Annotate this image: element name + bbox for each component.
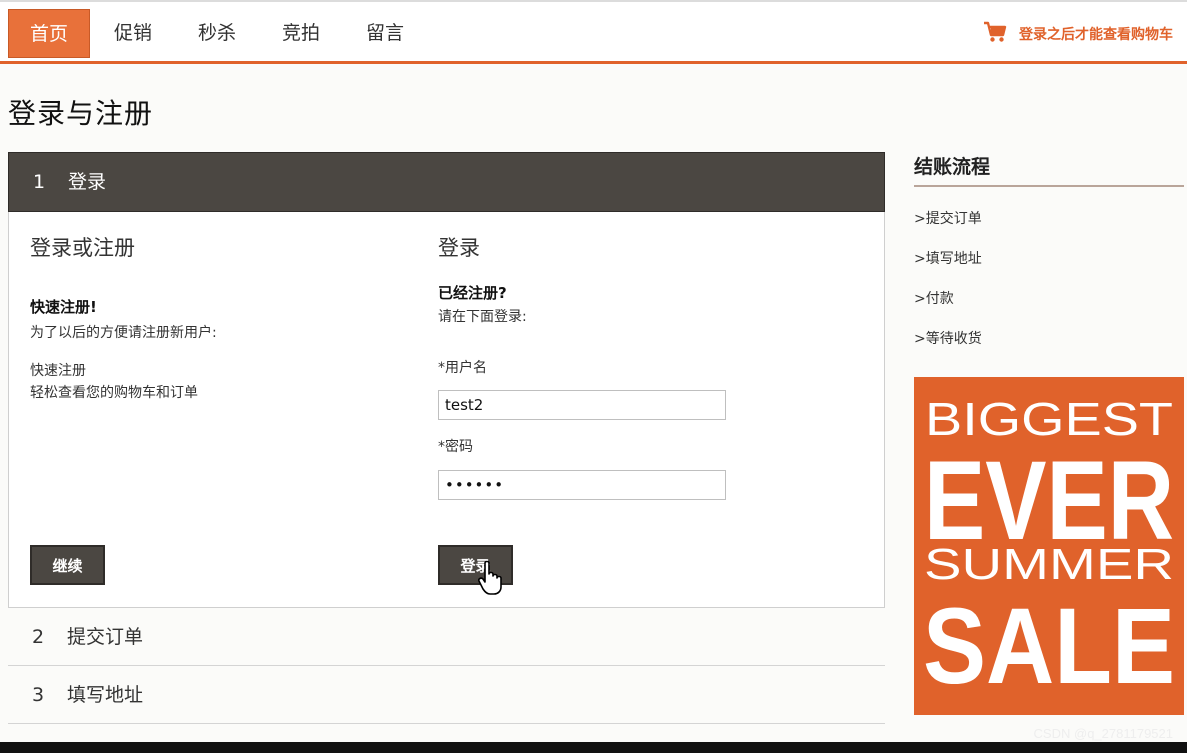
sidebar-item-fill-address[interactable]: >填写地址 xyxy=(914,248,982,268)
nav-item-home[interactable]: 首页 xyxy=(8,9,90,58)
password-label: *密码 xyxy=(438,439,473,455)
register-title: 登录或注册 xyxy=(30,236,135,260)
step-number: 3 xyxy=(32,684,45,706)
checkout-process-title: 结账流程 xyxy=(914,152,1184,187)
banner-line-sale: SALE xyxy=(923,585,1175,706)
cart-link[interactable]: 登录之后才能查看购物车 xyxy=(983,18,1173,50)
login-button[interactable]: 登录 xyxy=(438,545,513,585)
step-number: 1 xyxy=(33,171,46,193)
username-input[interactable] xyxy=(438,390,726,420)
step-label: 提交订单 xyxy=(67,626,144,648)
top-navigation: 首页 促销 秒杀 竞拍 留言 登录之后才能查看购物车 xyxy=(0,0,1187,64)
watermark: CSDN @q_2781179521 xyxy=(1033,726,1173,741)
step-login-header[interactable]: 1 登录 xyxy=(8,152,885,212)
step-number: 2 xyxy=(32,626,45,648)
password-input[interactable] xyxy=(438,470,726,500)
nav-item-message[interactable]: 留言 xyxy=(366,9,404,58)
cart-text: 登录之后才能查看购物车 xyxy=(1019,27,1173,43)
nav-item-promotion[interactable]: 促销 xyxy=(114,9,152,58)
register-benefit: 快速注册 xyxy=(30,363,86,379)
step-label: 登录 xyxy=(68,171,107,193)
bottom-bar xyxy=(0,742,1187,753)
banner-line-summer: SUMMER xyxy=(924,540,1174,589)
step-submit-order[interactable]: 2 提交订单 xyxy=(8,608,885,666)
quick-register-desc: 为了以后的方便请注册新用户: xyxy=(30,325,217,341)
step-label: 填写地址 xyxy=(67,684,144,706)
registered-desc: 请在下面登录: xyxy=(438,309,527,325)
login-title: 登录 xyxy=(438,236,480,260)
nav-item-auction[interactable]: 竞拍 xyxy=(282,9,320,58)
registered-heading: 已经注册? xyxy=(438,284,507,302)
nav-item-flash-sale[interactable]: 秒杀 xyxy=(198,9,236,58)
login-panel: 登录或注册 快速注册! 为了以后的方便请注册新用户: 快速注册 轻松查看您的购物… xyxy=(8,212,885,608)
sidebar-item-payment[interactable]: >付款 xyxy=(914,288,954,308)
register-benefit: 轻松查看您的购物车和订单 xyxy=(30,385,198,401)
sidebar-item-await-delivery[interactable]: >等待收货 xyxy=(914,328,982,348)
summer-sale-banner[interactable]: BIGGEST EVER SUMMER SALE xyxy=(914,377,1184,715)
continue-button[interactable]: 继续 xyxy=(30,545,105,585)
step-fill-address[interactable]: 3 填写地址 xyxy=(8,666,885,724)
quick-register-heading: 快速注册! xyxy=(30,298,97,316)
cart-icon xyxy=(983,21,1019,47)
username-label: *用户名 xyxy=(438,360,487,376)
page-title: 登录与注册 xyxy=(8,97,154,130)
sidebar-item-submit-order[interactable]: >提交订单 xyxy=(914,208,982,228)
